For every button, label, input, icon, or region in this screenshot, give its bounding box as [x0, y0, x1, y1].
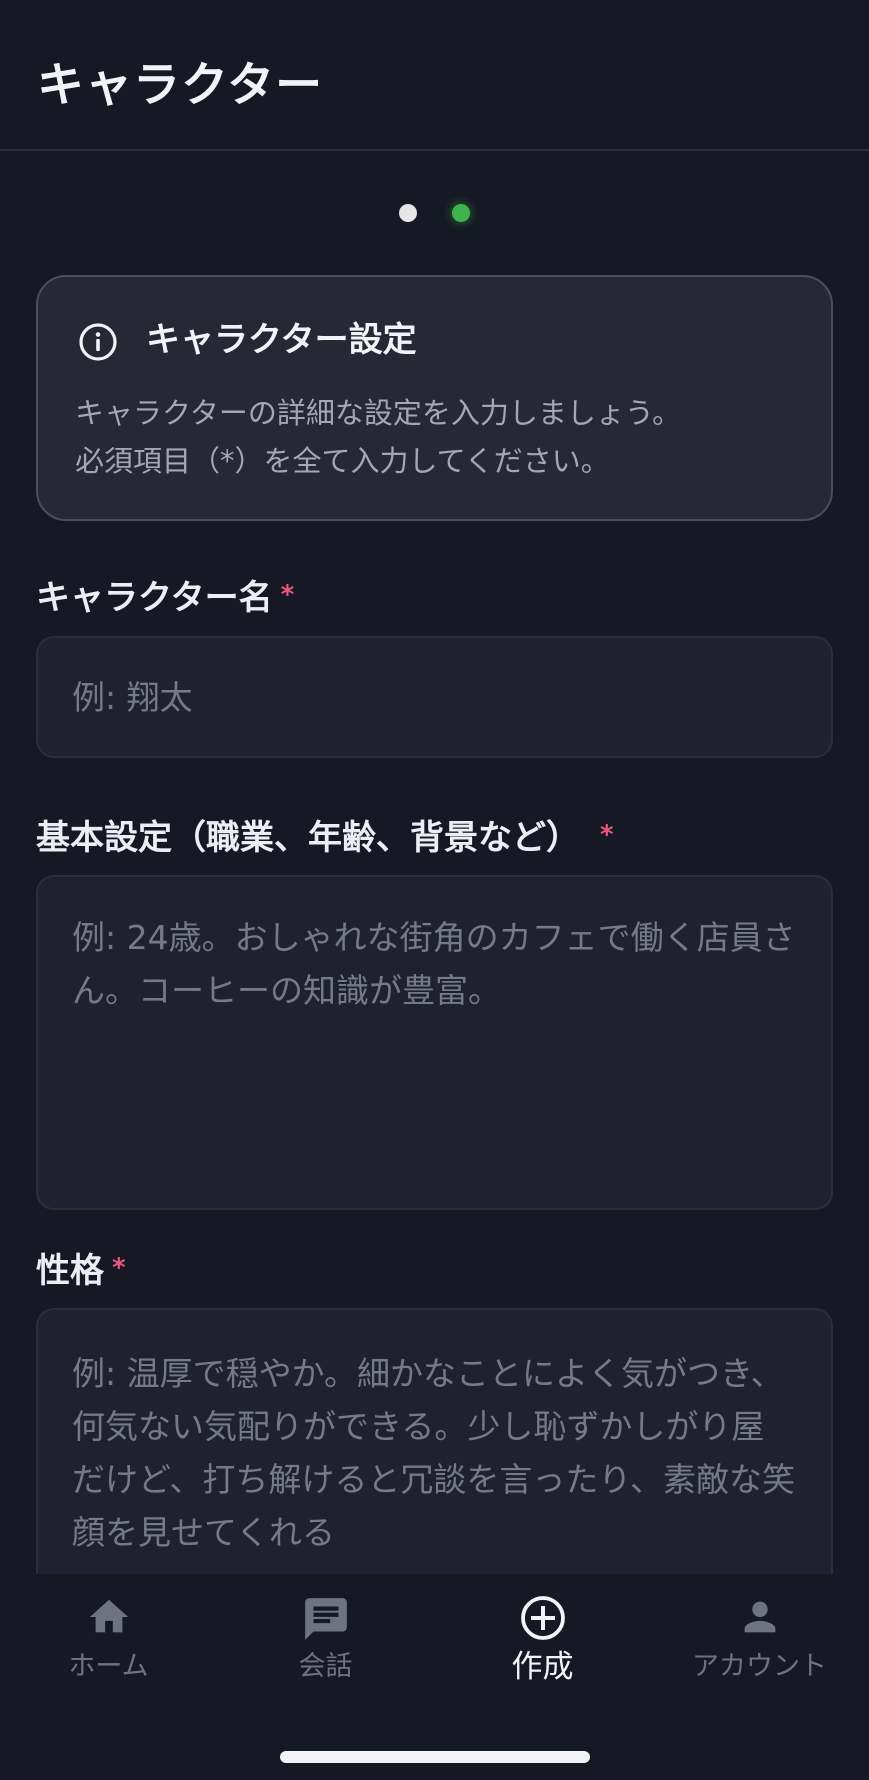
nav-item-home[interactable]: ホーム	[0, 1594, 217, 1714]
nav-label-account: アカウント	[692, 1651, 827, 1682]
page-dot-1[interactable]	[399, 204, 417, 222]
character-name-placeholder: 例: 翔太	[72, 678, 193, 717]
app-header: キャラクター	[0, 0, 869, 151]
personality-textarea[interactable]: 例: 温厚で穏やか。細かなことによく気がつき、何気ない気配りができる。少し恥ずか…	[36, 1308, 833, 1608]
home-indicator-bar[interactable]	[280, 1751, 590, 1763]
character-name-input[interactable]: 例: 翔太	[36, 636, 833, 758]
nav-item-chat[interactable]: 会話	[217, 1594, 434, 1714]
page-indicator	[0, 204, 869, 224]
basic-settings-placeholder: 例: 24歳。おしゃれな街角のカフェで働く店員さん。コーヒーの知識が豊富。	[72, 918, 796, 1010]
nav-label-chat: 会話	[298, 1651, 353, 1682]
page-dot-2-active[interactable]	[452, 204, 470, 222]
personality-label: 性格 *	[36, 1245, 126, 1294]
info-line-1: キャラクターの詳細な設定を入力しましょう。	[75, 396, 682, 430]
basic-settings-label: 基本設定（職業、年齢、背景など） *	[36, 812, 614, 861]
info-card-description: キャラクターの詳細な設定を入力しましょう。 必須項目（*）を全て入力してください…	[75, 389, 805, 485]
nav-label-home: ホーム	[68, 1651, 149, 1682]
nav-item-account[interactable]: アカウント	[651, 1594, 868, 1714]
info-line-2: 必須項目（*）を全て入力してください。	[75, 444, 610, 478]
personality-placeholder: 例: 温厚で穏やか。細かなことによく気がつき、何気ない気配りができる。少し恥ずか…	[72, 1354, 796, 1552]
info-icon	[79, 323, 117, 361]
required-marker: *	[600, 820, 614, 850]
character-create-screen: キャラクター キャラクター設定 キャラクターの詳細な設定を入力しましょう。 必須…	[0, 0, 869, 1780]
info-card: キャラクター設定 キャラクターの詳細な設定を入力しましょう。 必須項目（*）を全…	[36, 275, 833, 521]
nav-label-create: 作成	[511, 1649, 574, 1685]
character-name-label: キャラクター名 *	[36, 572, 294, 621]
nav-item-create[interactable]: 作成	[434, 1594, 651, 1714]
basic-settings-textarea[interactable]: 例: 24歳。おしゃれな街角のカフェで働く店員さん。コーヒーの知識が豊富。	[36, 875, 833, 1210]
required-marker: *	[280, 580, 295, 610]
bottom-navigation: ホーム 会話 作成 アカウント	[0, 1574, 869, 1780]
page-title: キャラクター	[37, 58, 324, 113]
home-icon	[89, 1599, 128, 1633]
basic-settings-label-text: 基本設定（職業、年齢、背景など）	[36, 818, 580, 858]
chat-icon	[304, 1598, 347, 1640]
add-circle-icon	[520, 1596, 565, 1640]
character-name-label-text: キャラクター名	[36, 578, 273, 618]
info-card-title: キャラクター設定	[146, 320, 417, 360]
person-icon	[744, 1601, 775, 1633]
personality-label-text: 性格	[36, 1251, 104, 1291]
required-marker: *	[112, 1253, 126, 1283]
